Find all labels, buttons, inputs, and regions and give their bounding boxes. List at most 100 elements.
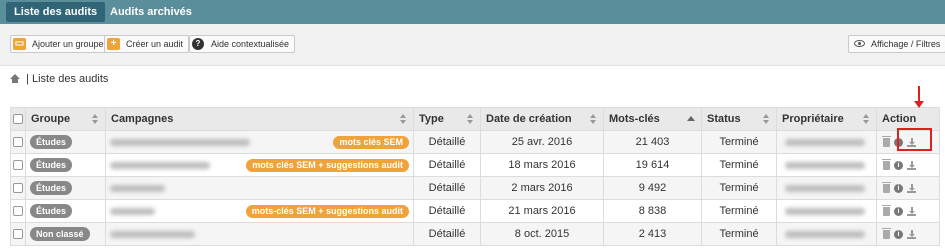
info-icon[interactable]: i	[894, 206, 903, 216]
row-checkbox-cell	[10, 199, 26, 223]
group-cell: Non classé	[25, 222, 106, 246]
date-cell: 18 mars 2016	[480, 153, 604, 177]
header-owner[interactable]: Propriétaire	[776, 107, 877, 131]
redacted-campaign-name	[110, 161, 210, 169]
sort-icon[interactable]	[590, 114, 597, 125]
row-checkbox[interactable]	[13, 137, 23, 148]
select-all-checkbox[interactable]	[13, 114, 23, 125]
help-button[interactable]: ? Aide contextualisée	[189, 35, 296, 53]
header-type[interactable]: Type	[413, 107, 481, 131]
row-checkbox-cell	[10, 153, 26, 177]
row-checkbox[interactable]	[13, 160, 23, 171]
display-filters-button[interactable]: Affichage / Filtres	[848, 35, 945, 53]
group-badge: Études	[30, 204, 73, 218]
campaign-cell[interactable]	[105, 222, 414, 246]
redacted-campaign-name	[110, 230, 195, 238]
header-keywords-label: Mots-clés	[609, 113, 660, 125]
table-row[interactable]: Études mots-clés SEM + suggestions audit…	[10, 199, 940, 223]
eye-icon	[854, 40, 865, 47]
download-icon[interactable]	[907, 229, 916, 239]
row-checkbox-cell	[10, 176, 26, 200]
folder-plus-icon: ▭	[13, 38, 26, 50]
header-action-label: Action	[882, 113, 917, 125]
sort-icon[interactable]	[467, 114, 474, 125]
add-group-label: Ajouter un groupe	[32, 39, 104, 49]
owner-cell	[776, 199, 877, 223]
trash-icon[interactable]	[882, 181, 891, 193]
type-cell: Détaillé	[413, 153, 481, 177]
download-icon[interactable]	[907, 160, 916, 170]
owner-cell	[776, 176, 877, 200]
header-campaigns[interactable]: Campagnes	[105, 107, 414, 131]
sort-icon[interactable]	[763, 114, 770, 125]
row-checkbox-cell	[10, 130, 26, 154]
trash-icon[interactable]	[882, 204, 891, 216]
create-audit-button[interactable]: + Créer un audit	[104, 35, 190, 53]
type-cell: Détaillé	[413, 222, 481, 246]
header-status[interactable]: Status	[701, 107, 777, 131]
campaign-cell[interactable]: mots clés SEM + suggestions audit	[105, 153, 414, 177]
campaign-cell[interactable]: mots-clés SEM + suggestions audit	[105, 199, 414, 223]
header-keywords[interactable]: Mots-clés	[603, 107, 702, 131]
status-cell: Terminé	[701, 130, 777, 154]
type-cell: Détaillé	[413, 176, 481, 200]
redacted-campaign-name	[110, 184, 165, 192]
redacted-owner	[785, 207, 865, 215]
campaign-cell[interactable]	[105, 176, 414, 200]
keywords-cell: 8 838	[603, 199, 702, 223]
row-checkbox[interactable]	[13, 206, 23, 217]
info-icon[interactable]: i	[894, 229, 903, 239]
download-icon[interactable]	[907, 183, 916, 193]
info-icon[interactable]: i	[894, 183, 903, 193]
campaign-tag: mots-clés SEM + suggestions audit	[245, 205, 409, 218]
date-cell: 2 mars 2016	[480, 176, 604, 200]
row-checkbox[interactable]	[13, 229, 23, 240]
table-row[interactable]: Études mots clés SEM + suggestions audit…	[10, 153, 940, 177]
add-group-button[interactable]: ▭ Ajouter un groupe	[10, 35, 110, 53]
sort-icon[interactable]	[400, 114, 407, 125]
action-cell: i	[876, 222, 940, 246]
header-created[interactable]: Date de création	[480, 107, 604, 131]
trash-icon[interactable]	[882, 158, 891, 170]
group-cell: Études	[25, 153, 106, 177]
info-icon[interactable]: i	[894, 160, 903, 170]
group-cell: Études	[25, 176, 106, 200]
trash-icon[interactable]	[882, 227, 891, 239]
date-cell: 25 avr. 2016	[480, 130, 604, 154]
display-filters-label: Affichage / Filtres	[871, 39, 941, 49]
campaign-tag: mots clés SEM	[333, 136, 409, 149]
type-cell: Détaillé	[413, 130, 481, 154]
tab-archived-audits[interactable]: Audits archivés	[102, 2, 200, 22]
table-row[interactable]: Études Détaillé 2 mars 2016 9 492 Termin…	[10, 176, 940, 200]
date-cell: 8 oct. 2015	[480, 222, 604, 246]
question-icon: ?	[192, 38, 204, 50]
row-checkbox[interactable]	[13, 183, 23, 194]
sort-icon[interactable]	[863, 114, 870, 125]
download-icon[interactable]	[907, 206, 916, 216]
row-checkbox-cell	[10, 222, 26, 246]
status-cell: Terminé	[701, 199, 777, 223]
breadcrumb: | Liste des audits	[10, 73, 108, 85]
header-type-label: Type	[419, 113, 444, 125]
keywords-cell: 2 413	[603, 222, 702, 246]
table-row[interactable]: Études mots clés SEM Détaillé 25 avr. 20…	[10, 130, 940, 154]
help-label: Aide contextualisée	[211, 39, 290, 49]
trash-icon[interactable]	[882, 135, 891, 147]
campaign-cell[interactable]: mots clés SEM	[105, 130, 414, 154]
date-cell: 21 mars 2016	[480, 199, 604, 223]
owner-cell	[776, 222, 877, 246]
top-tab-bar: Liste des audits Audits archivés	[0, 0, 945, 24]
campaign-tag: mots clés SEM + suggestions audit	[246, 159, 409, 172]
tab-audit-list[interactable]: Liste des audits	[6, 2, 106, 22]
redacted-owner	[785, 138, 865, 146]
sort-icon[interactable]	[92, 114, 99, 125]
table-row[interactable]: Non classé Détaillé 8 oct. 2015 2 413 Te…	[10, 222, 940, 246]
sort-ascending-icon[interactable]	[687, 116, 695, 121]
home-icon[interactable]	[10, 74, 20, 83]
header-group-label: Groupe	[31, 113, 71, 125]
keywords-cell: 19 614	[603, 153, 702, 177]
header-group[interactable]: Groupe	[25, 107, 106, 131]
redacted-owner	[785, 184, 865, 192]
annotation-highlight-box	[897, 128, 932, 151]
audits-table: Groupe Campagnes Type Date de création M…	[10, 107, 940, 246]
